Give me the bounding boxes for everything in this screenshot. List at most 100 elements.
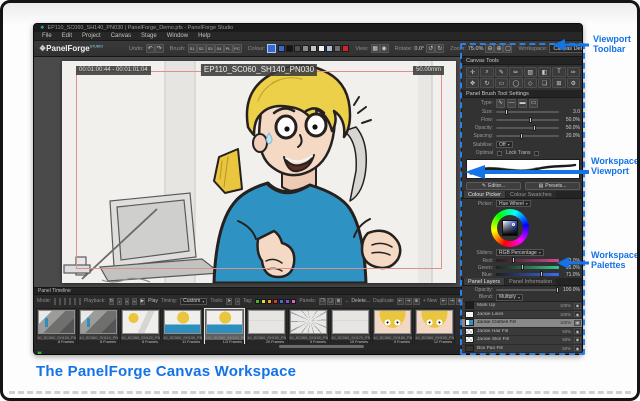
panels-button[interactable]: ⊞ <box>335 298 342 305</box>
timeline-header[interactable]: Panel Timeline <box>34 288 461 295</box>
panel-thumbnail[interactable]: EP110_SC060_SH170_PN010 15 Frames <box>330 308 371 344</box>
next-panel-button[interactable]: » <box>132 298 137 305</box>
play-button[interactable]: ▶ <box>140 298 145 305</box>
app-icon: ❖ <box>40 25 44 31</box>
panel-thumbnail[interactable]: EP110_SC060_SH180_PN010 9 Frames <box>372 308 413 344</box>
menu-item[interactable]: Edit <box>62 33 72 39</box>
rotate-group: Rotate: 0.0° ↺↻ <box>395 44 445 53</box>
panel-thumbnail[interactable]: EP110_SC060_SH150_PN010 20 Frames <box>246 308 287 344</box>
new-panel-button[interactable]: ⇥ <box>448 298 455 305</box>
bottom-dashed-divider <box>9 391 631 394</box>
menu-item[interactable]: Help <box>198 33 210 39</box>
menu-item[interactable]: Canvas <box>111 33 131 39</box>
menu-item[interactable]: Window <box>167 33 188 39</box>
tag-colour-swatch[interactable] <box>273 299 278 304</box>
duplicate-button[interactable]: ⇥ <box>405 298 412 305</box>
panel-name-overlay: EP110_SC060_SH140_PN030 <box>201 64 317 76</box>
brush-preset-button[interactable]: PC <box>233 44 242 53</box>
duplicate-button[interactable]: ⇤ <box>397 298 404 305</box>
panel-thumbnail[interactable]: EP110_SC060_SH120_PN010 8 Frames <box>120 308 161 344</box>
panels-button[interactable]: ❏ <box>327 298 334 305</box>
timecode-overlay: 00:01:00:44 - 00:01:01:04 <box>76 66 151 75</box>
active-colour-swatch[interactable] <box>267 44 276 53</box>
tag-colour-swatch[interactable] <box>291 299 296 304</box>
timing-dropdown[interactable]: Custom▾ <box>180 298 207 305</box>
menu-item[interactable]: File <box>42 33 52 39</box>
mode-button-5[interactable] <box>74 298 76 305</box>
timeline-scrollbar[interactable] <box>34 344 461 350</box>
new-panel-button[interactable]: ⇤ <box>440 298 447 305</box>
panel-timeline: Panel Timeline Mode: Playback: ↻ ♪ « » ▶… <box>34 287 461 355</box>
tag-colour-swatch[interactable] <box>279 299 284 304</box>
focal-length-overlay: 50.00mm <box>413 66 444 75</box>
tag-colour-swatch[interactable] <box>285 299 290 304</box>
menu-item[interactable]: Project <box>82 33 101 39</box>
brush-preset-button[interactable]: S3 <box>206 44 215 53</box>
mode-button-3[interactable] <box>64 298 66 305</box>
timeline-footer <box>34 350 461 355</box>
view-button[interactable]: ▦ <box>371 44 380 53</box>
figure-page: ❖ EP110_SC060_SH140_PN030 | PanelForge_D… <box>0 0 640 401</box>
tag-colour-swatch[interactable] <box>255 299 260 304</box>
undo-button[interactable]: ↷ <box>155 44 164 53</box>
loop-icon[interactable]: ↻ <box>109 298 115 305</box>
panel-thumbnail[interactable]: EP110_SC060_SH100_PN010 8 Frames <box>36 308 77 344</box>
titlebar: ❖ EP110_SC060_SH140_PN030 | PanelForge_D… <box>34 24 582 32</box>
mode-button-6[interactable] <box>79 298 81 305</box>
delete-panel-button[interactable]: ← Delete... <box>345 298 370 304</box>
thumbnail-image <box>374 310 411 334</box>
audio-icon[interactable]: ♪ <box>117 298 121 305</box>
thumbnail-strip: EP110_SC060_SH100_PN010 8 Frames EP110_S… <box>34 307 461 344</box>
thumbnail-image <box>38 310 75 334</box>
thumbnail-image <box>248 310 285 334</box>
colour-swatch[interactable] <box>326 45 333 52</box>
toolbar-annotation-arrow <box>551 38 591 52</box>
thumbnail-image <box>206 310 243 334</box>
brush-preset-group: Brush: S1S2S3S4PLPC <box>170 44 242 53</box>
panels-button[interactable]: ❐ <box>319 298 326 305</box>
rotate-button[interactable]: ↻ <box>435 44 444 53</box>
panel-thumbnail[interactable]: EP110_SC060_SH130_PN010 11 Frames <box>162 308 203 344</box>
colour-swatch[interactable] <box>334 45 341 52</box>
tag-colour-swatch[interactable] <box>267 299 272 304</box>
mode-button-2[interactable] <box>59 298 61 305</box>
brush-preset-button[interactable]: S4 <box>215 44 224 53</box>
tag-colour-swatch[interactable] <box>261 299 266 304</box>
panel-thumbnail[interactable]: EP110_SC060_SH160_PN010 9 Frames <box>288 308 329 344</box>
palettes-highlight-box <box>460 43 585 355</box>
window-title: EP110_SC060_SH140_PN030 | PanelForge_Dem… <box>47 25 233 31</box>
scrollbar-handle[interactable] <box>279 345 364 348</box>
chevron-down-icon: ▾ <box>202 299 204 304</box>
colour-swatch[interactable] <box>310 45 317 52</box>
colour-swatch-group: Colour: <box>248 44 350 53</box>
mode-button-4[interactable] <box>69 298 71 305</box>
colour-swatch[interactable] <box>286 45 293 52</box>
rotate-button[interactable]: ↺ <box>426 44 435 53</box>
prev-panel-button[interactable]: « <box>125 298 130 305</box>
brush-preset-button[interactable]: PL <box>224 44 233 53</box>
undo-group: Undo: ↶↷ <box>129 44 164 53</box>
panel-thumbnail[interactable]: EP110_SC060_SH190_PN010 12 Frames <box>414 308 455 344</box>
mode-button-1[interactable] <box>54 298 56 305</box>
timing-tool-icon[interactable]: ◔ <box>235 298 240 305</box>
thumbnail-image <box>122 310 159 334</box>
undo-button[interactable]: ↶ <box>146 44 155 53</box>
pointer-tool-icon[interactable]: ➤ <box>226 298 232 305</box>
panel-thumbnail[interactable]: EP110_SC060_SH110_PN010 8 Frames <box>78 308 119 344</box>
colour-swatch[interactable] <box>318 45 325 52</box>
colour-swatch[interactable] <box>278 45 285 52</box>
colour-swatch[interactable] <box>302 45 309 52</box>
view-button[interactable]: ◉ <box>380 44 389 53</box>
rotate-value[interactable]: 0.0° <box>414 46 424 52</box>
storyboard-panel[interactable]: 00:01:00:44 - 00:01:01:04 EP110_SC060_SH… <box>62 61 456 283</box>
colour-swatch[interactable] <box>294 45 301 52</box>
panelforge-logo: ❖PanelForgeSTUDIO <box>39 44 103 53</box>
colour-swatch[interactable] <box>342 45 349 52</box>
menu-item[interactable]: Stage <box>141 33 157 39</box>
duplicate-button[interactable]: ⊕ <box>413 298 420 305</box>
panel-thumbnail[interactable]: ▶EP110_SC060_SH140_PN030 1/3 Frames <box>204 308 245 344</box>
annotation-viewport-toolbar: ViewportToolbar <box>593 34 631 54</box>
brush-preset-button[interactable]: S2 <box>197 44 206 53</box>
brush-preset-button[interactable]: S1 <box>188 44 197 53</box>
workspace-viewport[interactable]: 00:01:00:44 - 00:01:01:04 EP110_SC060_SH… <box>34 57 461 287</box>
